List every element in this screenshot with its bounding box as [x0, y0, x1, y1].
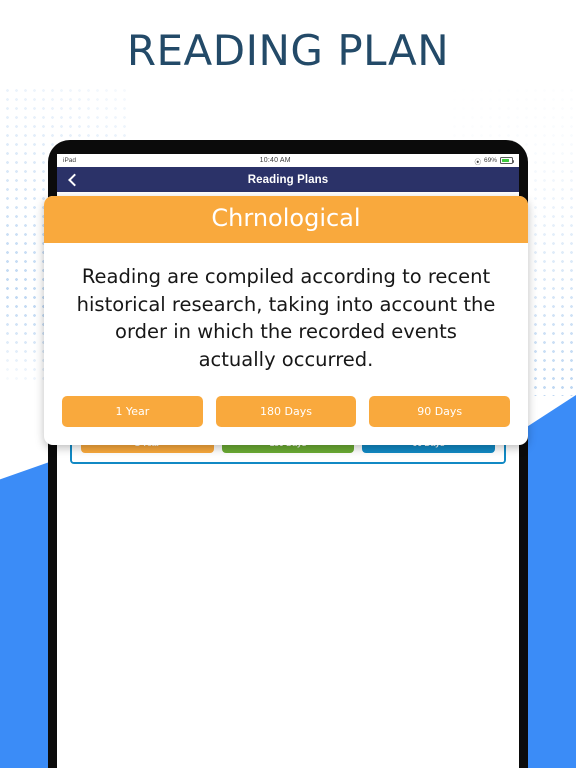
overlay-card-title: Chrnological: [44, 196, 528, 243]
overlay-duration-180-days-button[interactable]: 180 Days: [215, 395, 357, 427]
location-icon: ⦿: [474, 158, 481, 166]
status-time: 10:40 AM: [259, 157, 291, 164]
overlay-duration-90-days-button[interactable]: 90 Days: [369, 395, 511, 427]
overlay-card-actions: 1 Year 180 Days 90 Days: [44, 388, 528, 445]
status-right-group: ⦿ 69%: [474, 156, 515, 166]
battery-percent-label: 69%: [483, 157, 497, 164]
status-device-label: iPad: [63, 157, 77, 164]
overlay-duration-1-year-button[interactable]: 1 Year: [62, 395, 203, 427]
nav-title: Reading Plans: [247, 173, 329, 186]
chevron-left-icon[interactable]: [67, 174, 78, 185]
status-bar: iPad 10:40 AM ⦿ 69%: [57, 154, 519, 167]
overlay-card-description: Reading are compiled according to recent…: [76, 265, 496, 372]
page-title: READING PLAN: [126, 26, 450, 75]
battery-icon: [500, 157, 515, 164]
navigation-bar: Reading Plans: [57, 167, 519, 192]
featured-plan-overlay-card[interactable]: Chrnological Reading are compiled accord…: [44, 196, 528, 445]
